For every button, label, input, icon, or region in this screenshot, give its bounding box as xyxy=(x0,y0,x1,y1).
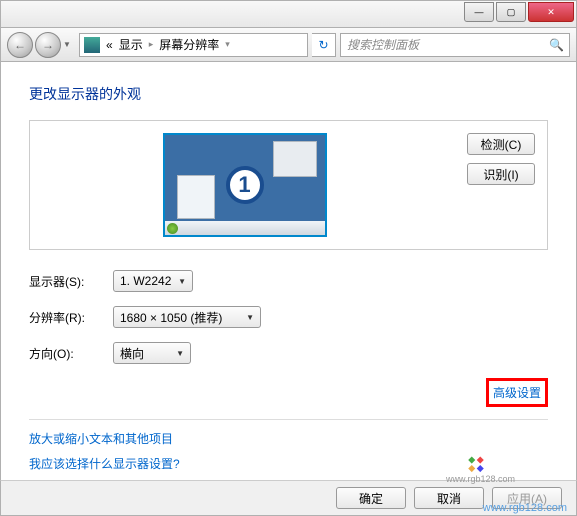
window-controls: — ▢ ✕ xyxy=(464,1,576,27)
breadcrumb-dropdown-icon[interactable]: ▾ xyxy=(225,39,230,50)
resolution-row: 分辨率(R): 1680 × 1050 (推荐) xyxy=(29,306,548,328)
watermark-small: www.rgb128.com xyxy=(446,474,515,484)
display-dropdown[interactable]: 1. W2242 xyxy=(113,270,193,292)
resolution-label: 分辨率(R): xyxy=(29,309,113,326)
close-button[interactable]: ✕ xyxy=(528,2,574,22)
breadcrumb-overflow[interactable]: « xyxy=(106,38,113,52)
divider xyxy=(29,419,548,420)
forward-button[interactable]: → xyxy=(35,32,61,58)
search-icon[interactable]: 🔍 xyxy=(549,38,563,52)
orientation-dropdown[interactable]: 横向 xyxy=(113,342,191,364)
watermark-url: www.rgb128.com xyxy=(483,502,567,514)
breadcrumb[interactable]: « 显示 ▸ 屏幕分辨率 ▾ xyxy=(79,33,308,57)
main-content: 更改显示器的外观 1 检测(C) 识别(I) 显示器(S): 1. W2242 … xyxy=(0,62,577,480)
nav-history-dropdown[interactable]: ▼ xyxy=(63,40,75,49)
maximize-button[interactable]: ▢ xyxy=(496,2,526,22)
display-label: 显示器(S): xyxy=(29,273,113,290)
search-input[interactable]: 搜索控制面板 🔍 xyxy=(340,33,570,57)
identify-button[interactable]: 识别(I) xyxy=(467,163,535,185)
advanced-settings-link[interactable]: 高级设置 xyxy=(486,378,548,407)
detect-button[interactable]: 检测(C) xyxy=(467,133,535,155)
monitor-1[interactable]: 1 xyxy=(163,133,327,237)
monitor-preview-area: 1 检测(C) 识别(I) xyxy=(29,120,548,250)
minimize-button[interactable]: — xyxy=(464,2,494,22)
breadcrumb-item-display[interactable]: 显示 xyxy=(119,36,143,53)
orientation-row: 方向(O): 横向 xyxy=(29,342,548,364)
text-size-link[interactable]: 放大或缩小文本和其他项目 xyxy=(29,430,548,447)
preview-start-icon xyxy=(167,223,178,234)
orientation-label: 方向(O): xyxy=(29,345,113,362)
monitor-number: 1 xyxy=(226,166,264,204)
preview-window-icon xyxy=(273,141,317,177)
resolution-dropdown[interactable]: 1680 × 1050 (推荐) xyxy=(113,306,261,328)
breadcrumb-sep: ▸ xyxy=(149,39,154,50)
monitor-side-buttons: 检测(C) 识别(I) xyxy=(467,133,535,237)
monitor-preview: 1 xyxy=(42,133,447,237)
navigation-bar: ← → ▼ « 显示 ▸ 屏幕分辨率 ▾ ↻ 搜索控制面板 🔍 xyxy=(0,28,577,62)
page-title: 更改显示器的外观 xyxy=(29,84,548,104)
back-button[interactable]: ← xyxy=(7,32,33,58)
preview-window2-icon xyxy=(177,175,215,219)
display-row: 显示器(S): 1. W2242 xyxy=(29,270,548,292)
window-titlebar: — ▢ ✕ xyxy=(0,0,577,28)
breadcrumb-item-resolution[interactable]: 屏幕分辨率 xyxy=(159,36,219,53)
nav-arrows: ← → ▼ xyxy=(7,32,75,58)
advanced-link-row: 高级设置 xyxy=(29,378,548,407)
search-placeholder: 搜索控制面板 xyxy=(347,36,419,53)
control-panel-icon xyxy=(84,37,100,53)
refresh-button[interactable]: ↻ xyxy=(312,33,336,57)
preview-taskbar xyxy=(165,221,325,235)
cancel-button[interactable]: 取消 xyxy=(414,487,484,509)
ok-button[interactable]: 确定 xyxy=(336,487,406,509)
